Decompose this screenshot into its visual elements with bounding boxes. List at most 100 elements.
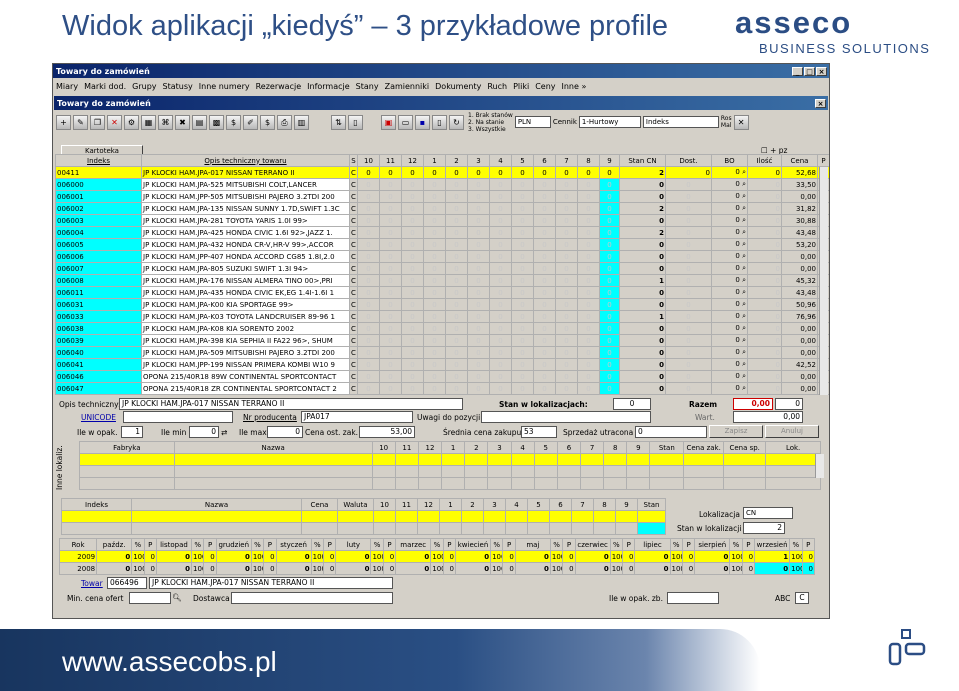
column-header[interactable]: Dost. [665,154,712,167]
column-header[interactable]: 6 [533,154,556,167]
column-header[interactable]: % [669,538,683,551]
table-row[interactable]: 006003 JP KLOCKI HAM.JPA-281 TOYOTA YARIS… [55,214,829,227]
chart-icon[interactable]: ▤ [192,114,207,130]
item-index[interactable]: 006046 [55,370,142,383]
ilosc-field[interactable]: 0 [747,298,782,311]
ilosc-field[interactable]: 0 [747,382,782,395]
ile-min-field[interactable]: 0 [189,426,219,438]
column-header[interactable]: maj [514,538,551,551]
min-cena-field[interactable] [129,592,171,604]
column-header[interactable]: 3 [467,154,490,167]
column-header[interactable]: P [263,538,277,551]
column-header[interactable]: 7 [579,441,605,454]
column-header[interactable]: Ilość [747,154,782,167]
item-description[interactable]: JP KLOCKI HAM.JPA-509 MITSUBISHI PAJERO … [141,346,350,359]
item-description[interactable]: JP KLOCKI HAM.JPP-505 MITSUBISHI PAJERO … [141,190,350,203]
lokalizacja-select[interactable]: CN [743,507,793,519]
table-row[interactable]: 006006 JP KLOCKI HAM.JPP-407 HONDA ACCORD… [55,250,829,263]
column-header[interactable]: 8 [577,154,600,167]
menu-item-2[interactable]: Grupy [132,82,156,91]
index-row[interactable] [61,522,666,535]
column-header[interactable]: 9 [599,154,620,167]
sprzedaz-field[interactable]: 0 [635,426,707,438]
menu-item-4[interactable]: Inne numery [199,82,250,91]
table-row[interactable]: 006007 JP KLOCKI HAM.JPA-805 SUZUKI SWIFT… [55,262,829,275]
column-header[interactable]: 4 [489,154,512,167]
menu-item-12[interactable]: Ceny [535,82,555,91]
bo-search-icon[interactable]: 0 ⌕ [711,178,748,191]
column-header[interactable]: P [442,538,457,551]
ilosc-field[interactable]: 0 [747,262,782,275]
table-row[interactable]: 006011 JP KLOCKI HAM.JPA-435 HONDA CIVIC … [55,286,829,299]
column-header[interactable]: 8 [593,498,616,511]
radio-brak[interactable]: 1. Brak stanów [468,112,513,119]
column-header[interactable]: P [741,538,756,551]
column-header[interactable]: BO [711,154,748,167]
table-row[interactable]: 006005 JP KLOCKI HAM.JPA-432 HONDA CR-V,H… [55,238,829,251]
ilosc-field[interactable]: 0 [747,358,782,371]
item-index[interactable]: 00411 [55,166,142,179]
column-header[interactable]: lipiec [634,538,671,551]
item-description[interactable]: JP KLOCKI HAM.JPA-017 NISSAN TERRANO II [141,166,350,179]
column-header[interactable]: 9 [626,441,651,454]
index-row[interactable] [61,510,666,523]
menu-item-1[interactable]: Marki dod. [84,82,126,91]
column-header[interactable]: sierpień [694,538,731,551]
column-header[interactable]: grudzień [215,538,252,551]
item-description[interactable]: JP KLOCKI HAM.JPA-525 MITSUBISHI COLT,LA… [141,178,350,191]
table-row[interactable]: 006038 JP KLOCKI HAM.JPA-K08 KIA SORENTO … [55,322,829,335]
column-header[interactable]: czerwiec [574,538,611,551]
menu-item-3[interactable]: Statusy [163,82,193,91]
ilosc-field[interactable]: 0 [747,238,782,251]
table-row[interactable]: 006031 JP KLOCKI HAM.JPA-K00 KIA SPORTAGE… [55,298,829,311]
bo-search-icon[interactable]: 0 ⌕ [711,346,748,359]
column-header[interactable]: Indeks [55,154,142,167]
ilosc-field[interactable]: 0 [747,370,782,383]
note-icon[interactable]: ✐ [243,114,258,130]
ile-opak-field[interactable]: 1 [121,426,143,438]
save-icon[interactable]: ▣ [381,114,396,130]
delete-icon[interactable]: ✕ [107,114,122,130]
search-icon[interactable]: 🔍︎ [172,593,182,602]
child-close-button[interactable]: × [815,98,826,108]
item-description[interactable]: JP KLOCKI HAM.JPA-135 NISSAN SUNNY 1.7D,… [141,202,350,215]
item-index[interactable]: 006002 [55,202,142,215]
column-header[interactable]: % [789,538,803,551]
column-header[interactable]: Cena sp. [723,441,767,454]
column-header[interactable]: Waluta [337,498,374,511]
menu-item-9[interactable]: Dokumenty [435,82,481,91]
item-index[interactable]: 006031 [55,298,142,311]
menu-item-8[interactable]: Zamienniki [385,82,430,91]
item-index[interactable]: 006033 [55,310,142,323]
column-header[interactable]: S [349,154,358,167]
doc-icon[interactable]: ▯ [432,114,447,130]
column-header[interactable]: % [729,538,743,551]
column-header[interactable]: 1 [423,154,446,167]
ilosc-field[interactable]: 0 [747,334,782,347]
column-header[interactable]: 1 [441,441,466,454]
copy-icon[interactable]: ❐ [90,114,105,130]
unicode-field[interactable] [123,411,233,423]
column-header[interactable]: styczeń [275,538,312,551]
column-header[interactable]: Nazwa [131,498,302,511]
opis-field[interactable]: JP KLOCKI HAM.JPA-017 NISSAN TERRANO II [119,398,463,410]
menu-item-11[interactable]: Pliki [513,82,529,91]
bo-search-icon[interactable]: 0 ⌕ [711,334,748,347]
column-header[interactable]: P [502,538,516,551]
table-row[interactable]: 006001 JP KLOCKI HAM.JPP-505 MITSUBISHI P… [55,190,829,203]
item-description[interactable]: JP KLOCKI HAM.JPA-805 SUZUKI SWIFT 1.3I … [141,262,350,275]
towar-desc-field[interactable]: JP KLOCKI HAM.JPA-017 NISSAN TERRANO II [149,577,393,589]
column-header[interactable]: 4 [505,498,528,511]
column-header[interactable]: kwiecień [454,538,492,551]
nr-producenta-field[interactable]: JPA017 [301,411,413,423]
column-header[interactable]: % [310,538,325,551]
column-header[interactable]: P [382,538,397,551]
item-description[interactable]: JP KLOCKI HAM.JPA-425 HONDA CIVIC 1.6I 9… [141,226,350,239]
column-header[interactable]: 10 [357,154,380,167]
column-header[interactable]: Rok [58,538,98,551]
table-row[interactable]: 006002 JP KLOCKI HAM.JPA-135 NISSAN SUNNY… [55,202,829,215]
cross-icon[interactable]: ✖ [175,114,190,130]
ile-opak-zb-field[interactable] [667,592,719,604]
column-header[interactable]: 4 [510,441,535,454]
radio-rosn[interactable]: Ros [721,115,732,122]
